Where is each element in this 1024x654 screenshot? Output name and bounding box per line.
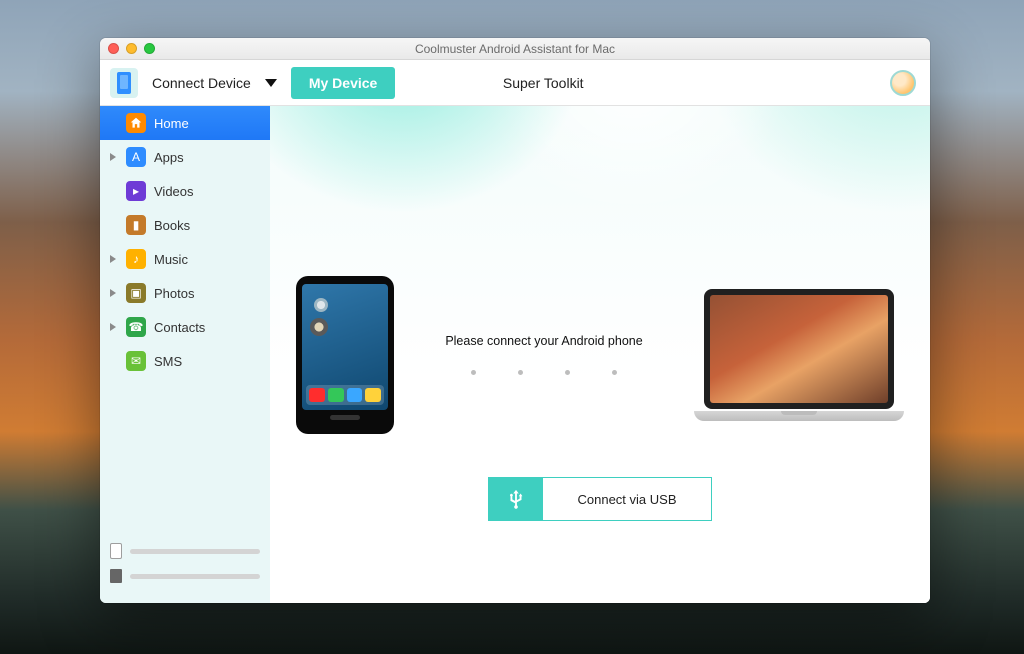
sidebar-item-label: SMS xyxy=(154,354,182,369)
super-toolkit-label: Super Toolkit xyxy=(503,75,584,91)
avatar[interactable] xyxy=(890,70,916,96)
expand-icon xyxy=(110,153,116,161)
expand-icon xyxy=(110,255,116,263)
device-icon xyxy=(110,68,138,98)
internal-storage-row xyxy=(110,543,260,559)
apps-icon: A xyxy=(126,147,146,167)
chevron-down-icon xyxy=(265,79,277,87)
internal-storage-bar xyxy=(130,549,260,554)
main-panel: Please connect your Android phone Connec… xyxy=(270,106,930,603)
connect-prompt: Please connect your Android phone xyxy=(445,334,642,348)
sidebar-item-label: Photos xyxy=(154,286,194,301)
window-title: Coolmuster Android Assistant for Mac xyxy=(415,42,615,56)
sidebar-item-videos[interactable]: ▸ Videos xyxy=(100,174,270,208)
sidebar-item-music[interactable]: ♪ Music xyxy=(100,242,270,276)
expand-icon xyxy=(110,323,116,331)
storage-panel xyxy=(100,533,270,603)
videos-icon: ▸ xyxy=(126,181,146,201)
sms-icon: ✉ xyxy=(126,351,146,371)
laptop-illustration xyxy=(694,289,904,421)
sidebar-item-sms[interactable]: ✉ SMS xyxy=(100,344,270,378)
sidebar-item-books[interactable]: ▮ Books xyxy=(100,208,270,242)
sidebar-item-label: Music xyxy=(154,252,188,267)
home-icon xyxy=(126,113,146,133)
connect-device-dropdown[interactable]: Connect Device xyxy=(152,75,277,91)
sidebar-item-label: Videos xyxy=(154,184,194,199)
connect-device-label: Connect Device xyxy=(152,75,251,91)
sd-storage-row xyxy=(110,569,260,583)
sidebar: Home A Apps ▸ Videos ▮ Books xyxy=(100,106,270,603)
expand-icon xyxy=(110,289,116,297)
photos-icon: ▣ xyxy=(126,283,146,303)
sidebar-item-label: Books xyxy=(154,218,190,233)
music-icon: ♪ xyxy=(126,249,146,269)
sidebar-item-label: Home xyxy=(154,116,189,131)
close-icon[interactable] xyxy=(108,43,119,54)
transfer-dots xyxy=(471,370,617,375)
minimize-icon[interactable] xyxy=(126,43,137,54)
contacts-icon: ☎ xyxy=(126,317,146,337)
sidebar-item-label: Apps xyxy=(154,150,184,165)
body: Home A Apps ▸ Videos ▮ Books xyxy=(100,106,930,603)
usb-icon xyxy=(489,478,543,520)
sidebar-item-label: Contacts xyxy=(154,320,205,335)
title-bar: Coolmuster Android Assistant for Mac xyxy=(100,38,930,60)
phone-illustration xyxy=(296,276,394,434)
app-window: Coolmuster Android Assistant for Mac Con… xyxy=(100,38,930,603)
connect-via-usb-label: Connect via USB xyxy=(543,478,711,520)
phone-storage-icon xyxy=(110,543,122,559)
super-toolkit-button[interactable]: Super Toolkit xyxy=(503,75,584,91)
connect-via-usb-button[interactable]: Connect via USB xyxy=(488,477,712,521)
sidebar-item-contacts[interactable]: ☎ Contacts xyxy=(100,310,270,344)
sidebar-menu: Home A Apps ▸ Videos ▮ Books xyxy=(100,106,270,378)
sd-card-icon xyxy=(110,569,122,583)
sd-storage-bar xyxy=(130,574,260,579)
sidebar-item-photos[interactable]: ▣ Photos xyxy=(100,276,270,310)
my-device-label: My Device xyxy=(309,75,377,91)
toolbar: Connect Device My Device Super Toolkit xyxy=(100,60,930,106)
zoom-icon[interactable] xyxy=(144,43,155,54)
my-device-button[interactable]: My Device xyxy=(291,67,395,99)
traffic-lights xyxy=(108,43,155,54)
connect-stage: Please connect your Android phone xyxy=(270,106,930,603)
books-icon: ▮ xyxy=(126,215,146,235)
sidebar-item-home[interactable]: Home xyxy=(100,106,270,140)
sidebar-item-apps[interactable]: A Apps xyxy=(100,140,270,174)
